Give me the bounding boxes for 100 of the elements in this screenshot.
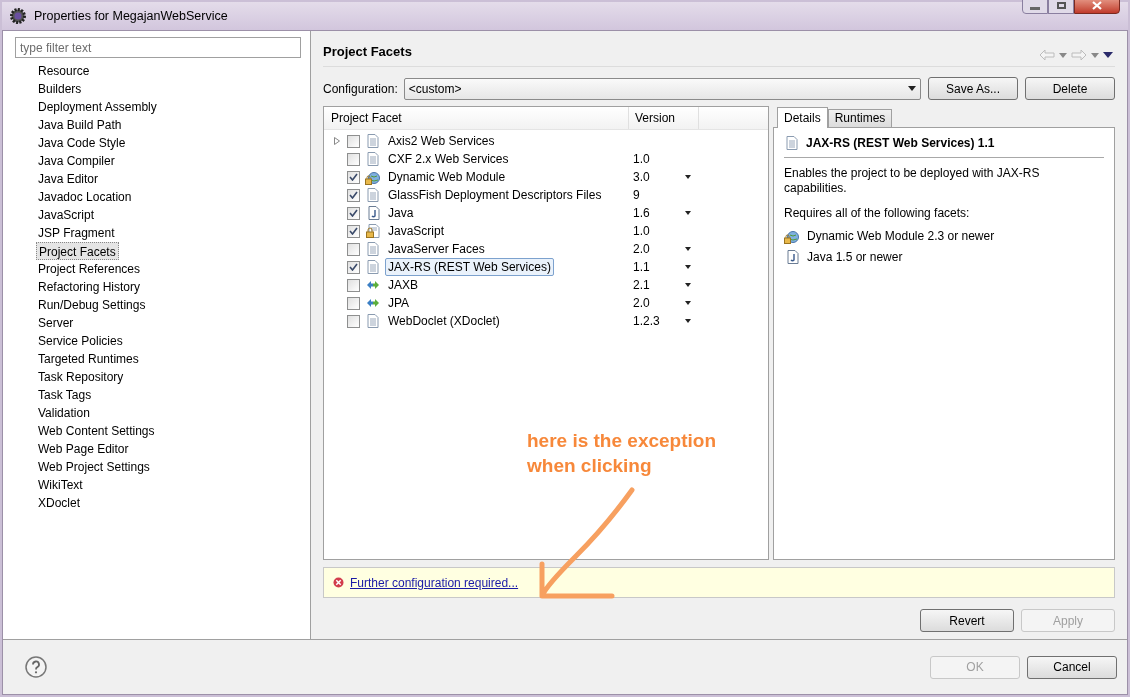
expand-arrow-icon[interactable]	[334, 137, 340, 145]
requirement-item: Dynamic Web Module 2.3 or newer	[807, 228, 995, 245]
configuration-label: Configuration:	[323, 80, 398, 98]
version-dropdown-icon[interactable]	[685, 301, 691, 305]
details-tab[interactable]: Runtimes	[827, 109, 893, 127]
java-file-icon	[365, 206, 380, 220]
version-dropdown-icon[interactable]	[685, 283, 691, 287]
sidebar-item[interactable]: Task Tags	[36, 386, 94, 404]
sidebar-item[interactable]: Task Repository	[36, 368, 126, 386]
sidebar-item[interactable]: JSP Fragment	[36, 224, 117, 242]
facet-name[interactable]: JAXB	[385, 276, 421, 294]
facet-version: 1.6	[633, 205, 650, 222]
facet-description: Enables the project to be deployed with JAX-RS capabilities.	[784, 166, 1041, 196]
sidebar-item[interactable]: Web Page Editor	[36, 440, 131, 458]
filter-field[interactable]: type filter text	[15, 37, 301, 58]
double-arrow-icon	[365, 280, 380, 290]
document-icon	[366, 134, 379, 148]
facet-checkbox[interactable]	[347, 170, 360, 184]
facet-checkbox[interactable]	[347, 224, 360, 238]
document-icon	[786, 136, 798, 150]
globe-jar-icon	[784, 228, 799, 244]
sidebar-item[interactable]: Deployment Assembly	[36, 98, 159, 116]
sidebar-item[interactable]: Java Code Style	[36, 134, 128, 152]
help-icon[interactable]	[25, 656, 47, 678]
facet-name[interactable]: JAX-RS (REST Web Services)	[385, 258, 554, 276]
sidebar-item[interactable]: Javadoc Location	[36, 188, 134, 206]
sidebar-item[interactable]: Project Facets	[36, 242, 119, 260]
dialog-button[interactable]: Save As...	[928, 77, 1018, 100]
facet-name[interactable]: Java	[385, 204, 417, 222]
maximize-button[interactable]	[1048, 0, 1074, 14]
sidebar-item[interactable]: Validation	[36, 404, 92, 422]
close-button[interactable]	[1074, 0, 1120, 14]
sidebar-item[interactable]: Java Compiler	[36, 152, 117, 170]
sidebar-item[interactable]: WikiText	[36, 476, 85, 494]
facet-checkbox[interactable]	[347, 260, 360, 274]
configuration-dropdown[interactable]: <custom>	[403, 77, 921, 100]
facet-checkbox[interactable]	[347, 242, 360, 256]
dropdown-arrow-icon[interactable]	[1059, 52, 1067, 58]
facet-checkbox[interactable]	[347, 152, 360, 166]
minimize-button[interactable]	[1022, 0, 1048, 14]
requirements-label: Requires all of the following facets:	[784, 206, 971, 221]
requirement-item: Java 1.5 or newer	[807, 249, 903, 266]
sidebar-item[interactable]: Server	[36, 314, 76, 332]
facet-version: 2.1	[633, 277, 650, 294]
dialog-button[interactable]: Cancel	[1027, 655, 1117, 679]
document-icon	[366, 242, 379, 256]
facet-checkbox[interactable]	[347, 134, 360, 148]
sidebar-item[interactable]: Java Build Path	[36, 116, 124, 134]
globe-jar-icon	[365, 169, 380, 185]
details-tab[interactable]: Details	[777, 107, 828, 128]
annotation-text: when clicking	[527, 454, 653, 478]
facet-version: 1.0	[633, 223, 650, 240]
locked-document-icon	[365, 224, 380, 238]
sidebar-item[interactable]: Service Policies	[36, 332, 125, 350]
facet-name[interactable]: GlassFish Deployment Descriptors Files	[385, 186, 605, 204]
facet-version: 1.2.3	[633, 313, 660, 330]
facet-name[interactable]: CXF 2.x Web Services	[385, 150, 512, 168]
facet-name[interactable]: JavaScript	[385, 222, 448, 240]
dropdown-arrow-icon[interactable]	[1091, 52, 1099, 58]
configuration-link[interactable]: Further configuration required...	[350, 573, 519, 592]
sidebar-item[interactable]: Refactoring History	[36, 278, 143, 296]
column-header[interactable]: Version	[629, 107, 699, 129]
version-dropdown-icon[interactable]	[685, 319, 691, 323]
facet-name[interactable]: Dynamic Web Module	[385, 168, 509, 186]
sidebar-item[interactable]: JavaScript	[36, 206, 97, 224]
sidebar-item[interactable]: Web Project Settings	[36, 458, 152, 476]
facet-name[interactable]: WebDoclet (XDoclet)	[385, 312, 503, 330]
facet-name[interactable]: Axis2 Web Services	[385, 132, 498, 150]
sidebar-item[interactable]: XDoclet	[36, 494, 83, 512]
version-dropdown-icon[interactable]	[685, 247, 691, 251]
window-title: Properties for MegajanWebService	[34, 7, 228, 25]
sidebar-item[interactable]: Builders	[36, 80, 84, 98]
version-dropdown-icon[interactable]	[685, 211, 691, 215]
sidebar-item[interactable]: Run/Debug Settings	[36, 296, 148, 314]
close-icon	[1092, 0, 1102, 10]
sidebar-item[interactable]: Java Editor	[36, 170, 101, 188]
facet-version: 9	[633, 187, 640, 204]
facet-version: 2.0	[633, 295, 650, 312]
facet-name[interactable]: JPA	[385, 294, 413, 312]
facet-checkbox[interactable]	[347, 206, 360, 220]
sidebar-item[interactable]: Web Content Settings	[36, 422, 157, 440]
dialog-button[interactable]: Revert	[920, 609, 1014, 632]
facet-version: 3.0	[633, 169, 650, 186]
error-icon	[333, 577, 344, 588]
view-menu-icon[interactable]	[1103, 52, 1113, 58]
document-icon	[366, 314, 379, 328]
sidebar-item[interactable]: Targeted Runtimes	[36, 350, 141, 368]
column-header[interactable]: Project Facet	[324, 107, 629, 129]
facet-checkbox[interactable]	[347, 296, 360, 310]
gear-icon	[10, 8, 26, 24]
facet-name[interactable]: JavaServer Faces	[385, 240, 488, 258]
facet-checkbox[interactable]	[347, 278, 360, 292]
dialog-button[interactable]: Delete	[1025, 77, 1115, 100]
sidebar-item[interactable]: Resource	[36, 62, 92, 80]
version-dropdown-icon[interactable]	[685, 175, 691, 179]
facet-version: 1.0	[633, 151, 650, 168]
version-dropdown-icon[interactable]	[685, 265, 691, 269]
sidebar-item[interactable]: Project References	[36, 260, 143, 278]
facet-checkbox[interactable]	[347, 314, 360, 328]
facet-checkbox[interactable]	[347, 188, 360, 202]
